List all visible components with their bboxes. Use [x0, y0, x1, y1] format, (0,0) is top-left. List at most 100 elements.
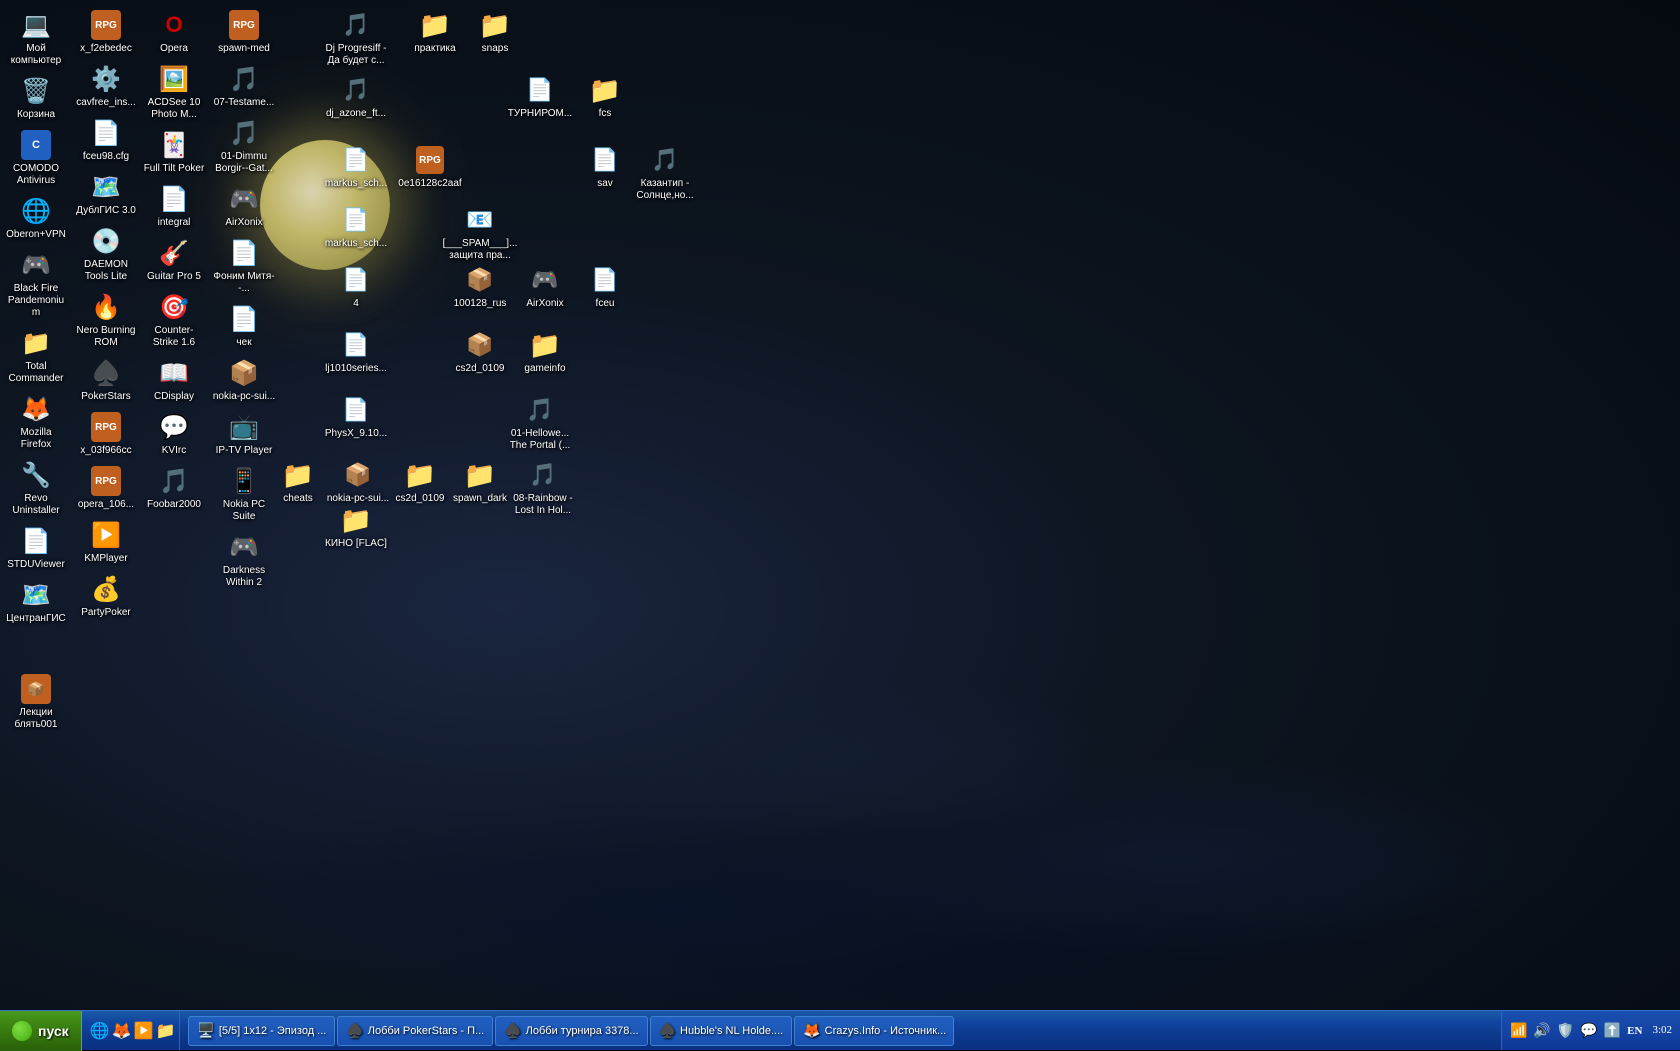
comodo-img: C: [20, 129, 52, 161]
cavfree-icon[interactable]: ⚙️ cavfree_ins...: [72, 59, 140, 113]
cdisplay-icon[interactable]: 📖 CDisplay: [140, 353, 208, 407]
start-button[interactable]: пуск: [0, 1011, 82, 1051]
counter-strike-icon[interactable]: 🎯 Counter-Strike 1.6: [140, 287, 208, 353]
chek-icon[interactable]: 📄 чек: [210, 299, 278, 353]
dj-azone-file[interactable]: 🎵 dj_azone_ft...: [316, 70, 396, 124]
desktop-icon-column-2: RPG x_f2ebedec ⚙️ cavfree_ins... 📄 fceu9…: [72, 5, 140, 985]
revo-uninstaller-img: 🔧: [20, 459, 52, 491]
taskbar-item-3[interactable]: ♠️ Лобби турнира 3378...: [495, 1016, 647, 1046]
recycle-bin-icon[interactable]: 🗑️ Корзина: [2, 71, 70, 125]
dub-gis-icon[interactable]: 🗺️ ДублГИС 3.0: [72, 167, 140, 221]
taskbar-item-4[interactable]: ♠️ Hubble's NL Holde....: [650, 1016, 793, 1046]
taskbar-item-1[interactable]: 🖥️ [5/5] 1x12 - Эпизод ...: [188, 1016, 335, 1046]
x-03f966cc-icon[interactable]: RPG x_03f966cc: [72, 407, 140, 461]
gameinfo-folder[interactable]: 📁 gameinfo: [505, 325, 585, 379]
opera-icon[interactable]: O Opera: [140, 5, 208, 59]
taskbar-item-1-icon: 🖥️: [197, 1022, 214, 1039]
opera-106-icon[interactable]: RPG opera_106...: [72, 461, 140, 515]
taskbar-item-4-icon: ♠️: [659, 1022, 676, 1039]
tray-chat-icon[interactable]: 💬: [1580, 1022, 1597, 1039]
revo-uninstaller-icon[interactable]: 🔧 Revo Uninstaller: [2, 455, 70, 521]
recycle-bin-label: Корзина: [17, 109, 55, 121]
tray-language[interactable]: EN: [1627, 1025, 1642, 1037]
oberon-vpn-img: 🌐: [20, 195, 52, 227]
lekcii-icon[interactable]: 📦 Лекцииблять001: [2, 669, 70, 735]
lekcii-label: Лекцииблять001: [14, 707, 57, 731]
total-commander-icon[interactable]: 📁 Total Commander: [2, 323, 70, 389]
stduviewer-icon[interactable]: 📄 STDUViewer: [2, 521, 70, 575]
taskbar-item-4-label: Hubble's NL Holde....: [680, 1025, 783, 1037]
centralngis-img: 🗺️: [20, 579, 52, 611]
nero-burning-icon[interactable]: 🔥 Nero Burning ROM: [72, 287, 140, 353]
my-computer-icon[interactable]: 💻 Мой компьютер: [2, 5, 70, 71]
tray-security-icon[interactable]: 🛡️: [1557, 1022, 1574, 1039]
guitar-pro-icon[interactable]: 🎸 Guitar Pro 5: [140, 233, 208, 287]
stduviewer-img: 📄: [20, 525, 52, 557]
taskbar-items: 🖥️ [5/5] 1x12 - Эпизод ... ♠️ Лобби Poke…: [184, 1011, 1501, 1050]
taskbar-item-5[interactable]: 🦊 Crazys.Info - Источник...: [794, 1016, 954, 1046]
centralngis-label: ЦентранГИС: [6, 613, 66, 625]
fceu2-file[interactable]: 📄 fceu: [565, 260, 645, 314]
file4[interactable]: 📄 4: [316, 260, 396, 314]
taskbar-item-2[interactable]: ♠️ Лобби PokerStars - П...: [337, 1016, 493, 1046]
black-fire-label: Black Fire Pandemonium: [4, 283, 68, 319]
dj-progresiff-file[interactable]: 🎵 Dj Progresiff - Да будет с...: [316, 5, 396, 71]
tray-sound-icon[interactable]: 🔊: [1533, 1022, 1550, 1039]
taskbar-item-5-icon: 🦊: [803, 1022, 820, 1039]
stduviewer-label: STDUViewer: [7, 559, 65, 571]
quicklaunch-media-icon[interactable]: ▶️: [134, 1021, 154, 1041]
0e16128c2aaf-file[interactable]: RPG 0e16128c2aaf: [390, 140, 470, 194]
quicklaunch-ie-icon[interactable]: 🌐: [90, 1021, 110, 1041]
snaps-folder[interactable]: 📁 snaps: [455, 5, 535, 59]
physx-file[interactable]: 📄 PhysX_9.10...: [316, 390, 396, 444]
airxonix-col4-icon[interactable]: 🎮 AirXonix: [210, 179, 278, 233]
acdsee-icon[interactable]: 🖼️ ACDSee 10 Photo M...: [140, 59, 208, 125]
daemon-tools-icon[interactable]: 💿 DAEMON Tools Lite: [72, 221, 140, 287]
comodo-icon[interactable]: C COMODO Antivirus: [2, 125, 70, 191]
lj1010series-file[interactable]: 📄 lj1010series...: [316, 325, 396, 379]
revo-uninstaller-label: Revo Uninstaller: [4, 493, 68, 517]
darkness-within-icon[interactable]: 🎮 Darkness Within 2: [210, 527, 278, 593]
taskbar-item-3-label: Лобби турнира 3378...: [526, 1025, 639, 1037]
mozilla-firefox-icon[interactable]: 🦊 Mozilla Firefox: [2, 389, 70, 455]
tray-update-icon[interactable]: ⬆️: [1604, 1022, 1621, 1039]
taskbar-item-2-label: Лобби PokerStars - П...: [368, 1025, 484, 1037]
integral-icon[interactable]: 📄 integral: [140, 179, 208, 233]
centralngis-icon[interactable]: 🗺️ ЦентранГИС: [2, 575, 70, 629]
black-fire-icon[interactable]: 🎮 Black Fire Pandemonium: [2, 245, 70, 323]
kvirc-icon[interactable]: 💬 KVIrc: [140, 407, 208, 461]
kmplayer-icon[interactable]: ▶️ KMPlayer: [72, 515, 140, 569]
ip-tv-player-icon[interactable]: 📺 IP-TV Player: [210, 407, 278, 461]
my-computer-img: 💻: [20, 9, 52, 41]
x-f2ebedec-icon[interactable]: RPG x_f2ebedec: [72, 5, 140, 59]
nokia-pc-sui-col4-icon[interactable]: 📦 nokia-pc-sui...: [210, 353, 278, 407]
hellowe-file[interactable]: 🎵 01-Hellowe...The Portal (...: [500, 390, 580, 456]
full-tilt-poker-icon[interactable]: 🃏 Full Tilt Poker: [140, 125, 208, 179]
recycle-bin-img: 🗑️: [20, 75, 52, 107]
my-computer-label: Мой компьютер: [4, 43, 68, 67]
lekcii-img: 📦: [20, 673, 52, 705]
start-label: пуск: [38, 1023, 69, 1039]
foobar2000-icon[interactable]: 🎵 Foobar2000: [140, 461, 208, 515]
fonim-mitya-icon[interactable]: 📄 Фоним Митя--...: [210, 233, 278, 299]
spawn-med-icon[interactable]: RPG spawn-med: [210, 5, 278, 59]
tray-network-icon[interactable]: 📶: [1510, 1022, 1527, 1039]
partypoker-icon[interactable]: 💰 PartyPoker: [72, 569, 140, 623]
taskbar-tray: 📶 🔊 🛡️ 💬 ⬆️ EN 3:02: [1501, 1011, 1680, 1050]
markus-sch2-file[interactable]: 📄 markus_sch...: [316, 200, 396, 254]
07-testame-icon[interactable]: 🎵 07-Testame...: [210, 59, 278, 113]
oberon-vpn-icon[interactable]: 🌐 Oberon+VPN: [2, 191, 70, 245]
markus-sch1-file[interactable]: 📄 markus_sch...: [316, 140, 396, 194]
quicklaunch-folder-icon[interactable]: 📁: [155, 1021, 175, 1041]
pokerstars-icon[interactable]: ♠️ PokerStars: [72, 353, 140, 407]
01-dimmu-icon[interactable]: 🎵 01-Dimmu Borgir--Gat...: [210, 113, 278, 179]
fceu98-icon[interactable]: 📄 fceu98.cfg: [72, 113, 140, 167]
quicklaunch-firefox-icon[interactable]: 🦊: [112, 1021, 132, 1041]
fcs-folder[interactable]: 📁 fcs: [565, 70, 645, 124]
quick-launch: 🌐 🦊 ▶️ 📁: [86, 1011, 181, 1050]
mozilla-firefox-label: Mozilla Firefox: [4, 427, 68, 451]
08-rainbow-file[interactable]: 🎵 08-Rainbow - Lost In Hol...: [503, 455, 583, 521]
kazantin-file[interactable]: 🎵 Казантип - Солнце,но...: [625, 140, 705, 206]
spam-file[interactable]: 📧 [___SPAM___]...защита пра...: [440, 200, 520, 266]
kino-flac-folder[interactable]: 📁 КИНО [FLAC]: [316, 500, 396, 554]
